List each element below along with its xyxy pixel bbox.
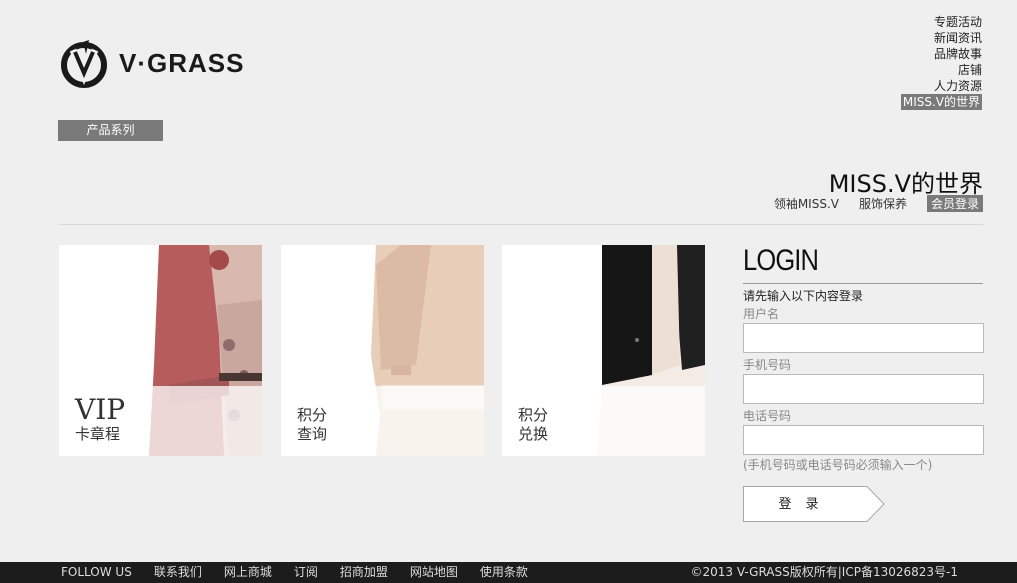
- footer-online-store[interactable]: 网上商城: [224, 562, 272, 583]
- login-intro: 请先输入以下内容登录: [743, 289, 864, 303]
- nav-item-hr[interactable]: 人力资源: [901, 78, 982, 94]
- page-title: MISS.V的世界: [828, 170, 983, 198]
- card-points-query-line2: 查询: [297, 425, 328, 443]
- section-subnav: 领袖MISS.V 服饰保养 会员登录: [774, 195, 983, 212]
- card-points-query[interactable]: 积分 查询: [281, 245, 484, 456]
- section-divider: [59, 224, 983, 225]
- mobile-label: 手机号码: [743, 358, 792, 372]
- login-title: LOGIN: [743, 244, 819, 277]
- footer-follow-us[interactable]: FOLLOW US: [61, 562, 132, 583]
- product-series-button[interactable]: 产品系列: [58, 120, 163, 141]
- nav-item-news[interactable]: 新闻资讯: [901, 30, 982, 46]
- nav-item-miss-v-world[interactable]: MISS.V的世界: [900, 94, 982, 110]
- footer-copyright: ©2013 V-GRASS版权所有|ICP备13026823号-1: [690, 565, 958, 579]
- login-form: LOGIN 请先输入以下内容登录 用户名 手机号码 电话号码 (手机号码或电话号…: [743, 243, 984, 522]
- footer-terms[interactable]: 使用条款: [480, 562, 528, 583]
- login-button-label: 登录: [778, 496, 833, 511]
- logo-v-icon: [61, 40, 107, 88]
- footer-subscribe[interactable]: 订阅: [294, 562, 318, 583]
- footer-links: FOLLOW US 联系我们 网上商城 订阅 招商加盟 网站地图 使用条款: [61, 562, 528, 583]
- username-input[interactable]: [743, 323, 984, 353]
- username-label: 用户名: [743, 307, 780, 321]
- card-vip-title: VIP: [75, 393, 126, 426]
- footer-franchise[interactable]: 招商加盟: [340, 562, 388, 583]
- card-vip-subtitle: 卡章程: [75, 425, 121, 443]
- nav-item-special-events[interactable]: 专题活动: [901, 14, 982, 30]
- card-points-redeem-line2: 兑换: [518, 425, 549, 443]
- card-points-query-line1: 积分: [297, 406, 328, 424]
- card-vip-rules[interactable]: VIP 卡章程: [59, 245, 262, 456]
- login-divider: [743, 283, 983, 284]
- brand-name: V·GRASS: [119, 47, 245, 78]
- mobile-input[interactable]: [743, 374, 984, 404]
- subnav-leader-miss-v[interactable]: 领袖MISS.V: [774, 195, 839, 212]
- subnav-member-login[interactable]: 会员登录: [926, 195, 983, 212]
- phone-input[interactable]: [743, 425, 984, 455]
- footer-contact-us[interactable]: 联系我们: [154, 562, 202, 583]
- brand-logo[interactable]: V·GRASS: [59, 38, 244, 88]
- top-nav: 专题活动 新闻资讯 品牌故事 店铺 人力资源 MISS.V的世界: [900, 14, 982, 110]
- phone-label: 电话号码: [743, 409, 792, 423]
- subnav-garment-care[interactable]: 服饰保养: [859, 195, 907, 212]
- footer-sitemap[interactable]: 网站地图: [410, 562, 458, 583]
- card-points-redeem-line1: 积分: [518, 406, 549, 424]
- nav-item-stores[interactable]: 店铺: [901, 62, 982, 78]
- login-hint: (手机号码或电话号码必须输入一个): [743, 458, 933, 472]
- nav-item-brand-story[interactable]: 品牌故事: [901, 46, 982, 62]
- card-points-redeem[interactable]: 积分 兑换: [502, 245, 705, 456]
- login-button[interactable]: 登录: [743, 486, 885, 522]
- footer: FOLLOW US 联系我们 网上商城 订阅 招商加盟 网站地图 使用条款 ©2…: [0, 562, 1017, 583]
